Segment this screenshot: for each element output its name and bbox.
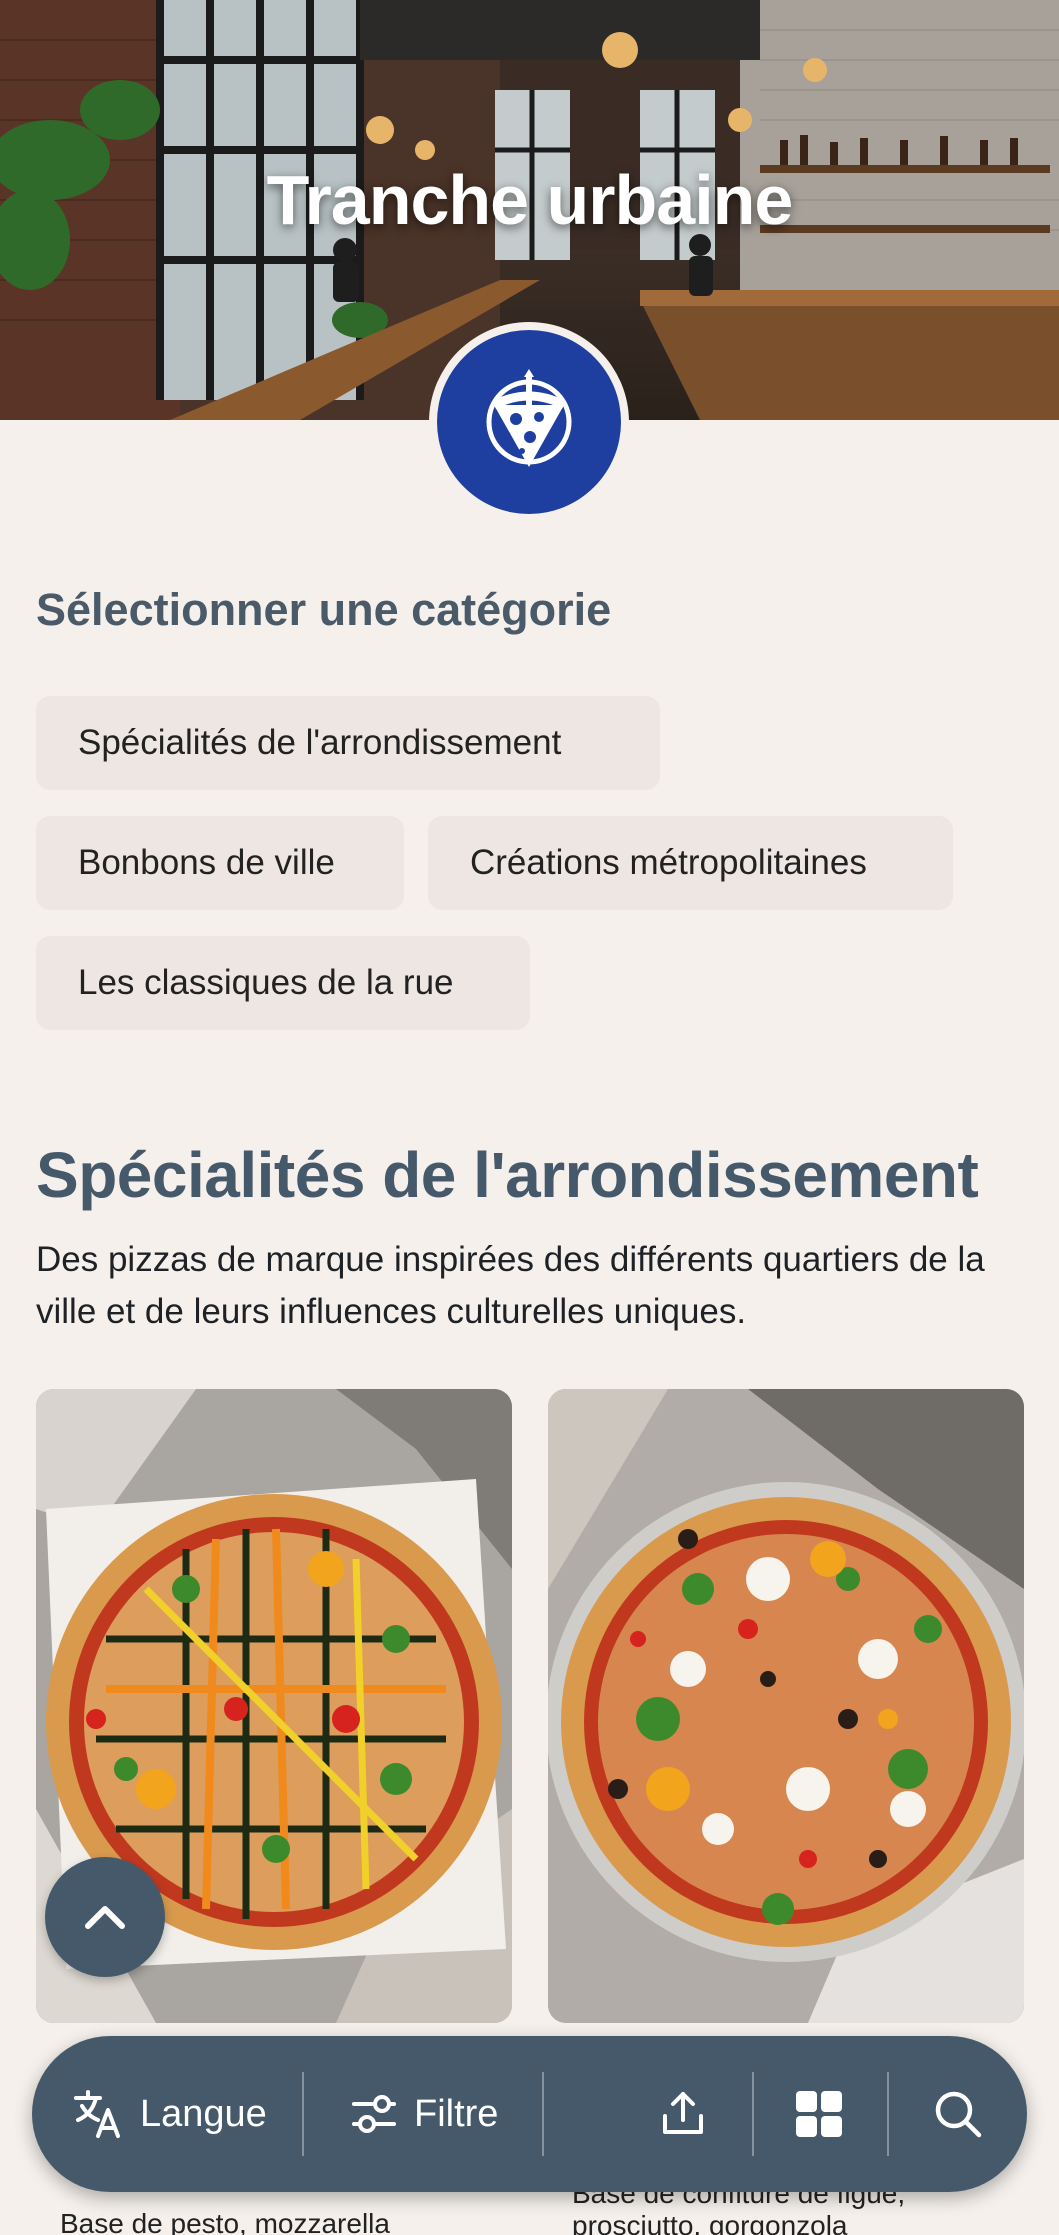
bottom-action-bar: Langue Filtre	[32, 2036, 1027, 2192]
scroll-to-top-button[interactable]	[45, 1857, 165, 1977]
pizza-card-image-2[interactable]	[548, 1389, 1024, 2023]
section-description: Des pizzas de marque inspirées des diffé…	[36, 1240, 985, 1331]
pizza-slice-logo-icon	[486, 369, 572, 467]
chip-creations-metropolitaines[interactable]: Créations métropolitaines	[428, 816, 953, 910]
language-button[interactable]: Langue	[72, 2036, 267, 2192]
share-upload-icon	[663, 2092, 703, 2134]
search-icon	[935, 2091, 982, 2138]
language-label: Langue	[140, 2092, 267, 2135]
divider	[542, 2072, 544, 2156]
filter-label: Filtre	[414, 2092, 499, 2135]
card-2-description-line2: prosciutto, gorgonzola	[572, 2210, 848, 2235]
filter-sliders-icon	[352, 2095, 396, 2133]
pizza-photo	[548, 1389, 1024, 2023]
restaurant-logo	[429, 322, 629, 522]
card-1-description: Base de pesto, mozzarella	[60, 2208, 390, 2235]
divider	[887, 2072, 889, 2156]
section-title: Spécialités de l'arrondissement	[36, 1139, 979, 1211]
share-button[interactable]	[657, 2036, 709, 2192]
grid-view-button[interactable]	[794, 2036, 844, 2192]
divider	[302, 2072, 304, 2156]
translate-icon	[74, 2090, 120, 2138]
filter-button[interactable]: Filtre	[350, 2036, 498, 2192]
grid-icon	[796, 2091, 842, 2137]
chip-bonbons-de-ville[interactable]: Bonbons de ville	[36, 816, 404, 910]
divider	[752, 2072, 754, 2156]
chevron-up-icon	[85, 1906, 125, 1929]
chip-classiques-de-la-rue[interactable]: Les classiques de la rue	[36, 936, 530, 1030]
search-button[interactable]	[932, 2036, 984, 2192]
category-heading: Sélectionner une catégorie	[36, 584, 612, 635]
hero-title: Tranche urbaine	[266, 161, 794, 239]
chip-arrondissement[interactable]: Spécialités de l'arrondissement	[36, 696, 660, 790]
